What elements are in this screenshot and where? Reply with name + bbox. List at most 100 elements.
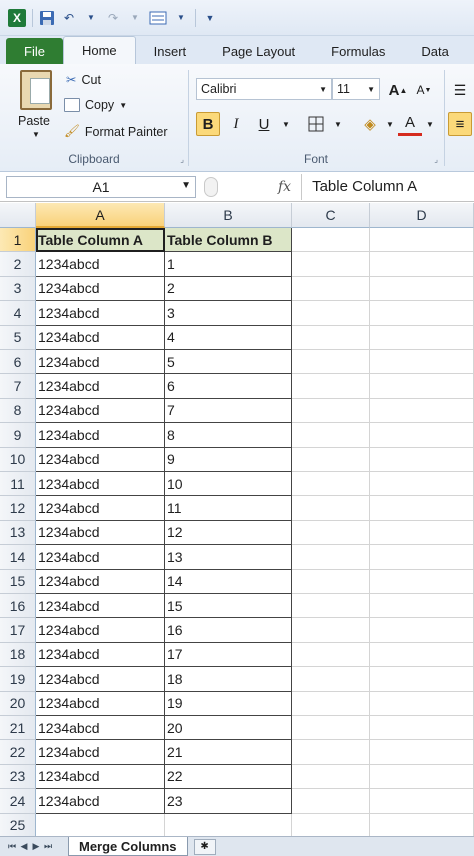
shrink-font-icon[interactable]: A ▼ [412, 78, 436, 102]
table-cell[interactable]: 1234abcd [36, 276, 165, 302]
table-cell[interactable]: 1234abcd [36, 642, 165, 668]
font-color-dropdown-icon[interactable]: ▼ [418, 112, 442, 136]
copy-button[interactable]: Copy ▼ [64, 98, 127, 112]
table-cell[interactable]: 6 [165, 374, 292, 399]
table-cell[interactable]: 16 [165, 618, 292, 643]
table-cell[interactable]: 23 [165, 789, 292, 814]
copy-dropdown-icon[interactable]: ▼ [119, 101, 127, 110]
dialog-launcher-icon[interactable]: ⌟ [434, 155, 438, 164]
table-cell[interactable]: 8 [165, 423, 292, 448]
table-cell[interactable] [370, 740, 474, 765]
form-icon[interactable] [149, 8, 167, 28]
table-cell[interactable] [292, 545, 370, 570]
table-cell[interactable] [370, 764, 474, 790]
table-cell[interactable] [292, 325, 370, 350]
row-header[interactable]: 15 [0, 569, 36, 594]
table-cell[interactable] [292, 496, 370, 521]
table-cell[interactable] [370, 691, 474, 716]
table-cell[interactable] [292, 594, 370, 619]
table-cell[interactable] [370, 301, 474, 326]
table-cell[interactable]: 21 [165, 740, 292, 765]
insert-function-icon[interactable]: fx [278, 179, 291, 195]
table-cell[interactable]: 1234abcd [36, 569, 165, 594]
table-cell[interactable] [292, 423, 370, 448]
row-header[interactable]: 11 [0, 472, 36, 497]
table-cell[interactable]: 2 [165, 276, 292, 302]
row-header[interactable]: 12 [0, 496, 36, 521]
table-cell[interactable] [36, 813, 165, 838]
row-header[interactable]: 13 [0, 520, 36, 546]
table-cell[interactable]: 1234abcd [36, 789, 165, 814]
row-header[interactable]: 20 [0, 691, 36, 716]
row-header[interactable]: 2 [0, 252, 36, 277]
table-cell[interactable] [370, 374, 474, 399]
table-cell[interactable] [370, 325, 474, 350]
table-cell[interactable] [292, 350, 370, 375]
table-cell[interactable]: 1234abcd [36, 252, 165, 277]
row-header[interactable]: 4 [0, 301, 36, 326]
table-cell[interactable] [292, 301, 370, 326]
table-cell[interactable] [370, 642, 474, 668]
table-cell[interactable] [370, 472, 474, 497]
font-name-select[interactable]: Calibri ▼ [196, 78, 332, 100]
table-cell[interactable]: 1234abcd [36, 350, 165, 375]
table-cell[interactable] [370, 667, 474, 692]
table-cell[interactable]: 17 [165, 642, 292, 668]
table-cell[interactable] [370, 594, 474, 619]
save-icon[interactable] [39, 8, 55, 28]
table-cell[interactable] [292, 764, 370, 790]
row-header[interactable]: 22 [0, 740, 36, 765]
formula-input[interactable]: Table Column A [301, 173, 417, 200]
tab-home[interactable]: Home [62, 36, 136, 64]
borders-dropdown-icon[interactable]: ▼ [326, 112, 350, 136]
resize-handle-icon[interactable] [204, 176, 218, 197]
format-painter-button[interactable]: 🖌 Format Painter [64, 124, 168, 139]
tab-data[interactable]: Data [403, 38, 466, 64]
table-cell[interactable] [370, 789, 474, 814]
table-cell[interactable]: 20 [165, 716, 292, 741]
table-cell[interactable]: 1234abcd [36, 447, 165, 472]
undo-dropdown-icon[interactable]: ▼ [83, 8, 99, 28]
row-header[interactable]: 3 [0, 276, 36, 302]
next-sheet-icon[interactable]: ▶ [30, 840, 42, 854]
table-cell[interactable]: 15 [165, 594, 292, 619]
customize-qat-icon[interactable]: ▼ [202, 8, 218, 28]
prev-sheet-icon[interactable]: ◀ [18, 840, 30, 854]
table-cell[interactable] [370, 569, 474, 594]
table-cell[interactable] [292, 813, 370, 838]
row-header[interactable]: 9 [0, 423, 36, 448]
table-cell[interactable]: 14 [165, 569, 292, 594]
table-cell[interactable]: 19 [165, 691, 292, 716]
column-header-b[interactable]: B [165, 203, 292, 228]
redo-dropdown-icon[interactable]: ▼ [127, 8, 143, 28]
table-cell[interactable]: 1234abcd [36, 472, 165, 497]
table-cell[interactable] [292, 276, 370, 302]
table-cell[interactable]: 1234abcd [36, 691, 165, 716]
undo-icon[interactable]: ↶ [61, 8, 77, 28]
row-header[interactable]: 18 [0, 642, 36, 668]
table-cell[interactable]: 18 [165, 667, 292, 692]
align-left-icon[interactable]: ≡ [448, 112, 472, 136]
table-cell[interactable] [370, 813, 474, 838]
column-header-c[interactable]: C [292, 203, 370, 228]
table-cell[interactable]: 1234abcd [36, 496, 165, 521]
row-header[interactable]: 5 [0, 325, 36, 350]
form-dropdown-icon[interactable]: ▼ [173, 8, 189, 28]
table-cell[interactable] [370, 228, 474, 253]
table-cell[interactable]: 1 [165, 252, 292, 277]
table-cell[interactable] [292, 642, 370, 668]
table-cell[interactable] [370, 423, 474, 448]
name-box[interactable]: A1 ▼ [6, 175, 196, 198]
underline-dropdown-icon[interactable]: ▼ [274, 112, 298, 136]
paste-dropdown-icon[interactable]: ▼ [32, 130, 40, 139]
table-cell[interactable] [370, 398, 474, 424]
dialog-launcher-icon[interactable]: ⌟ [180, 155, 184, 164]
table-cell[interactable]: 11 [165, 496, 292, 521]
table-header-cell[interactable]: Table Column B [165, 228, 292, 253]
font-size-select[interactable]: 11 ▼ [332, 78, 380, 100]
table-cell[interactable] [370, 520, 474, 546]
row-header[interactable]: 7 [0, 374, 36, 399]
table-cell[interactable]: 9 [165, 447, 292, 472]
table-cell[interactable] [292, 618, 370, 643]
tab-file[interactable]: File [6, 38, 63, 64]
